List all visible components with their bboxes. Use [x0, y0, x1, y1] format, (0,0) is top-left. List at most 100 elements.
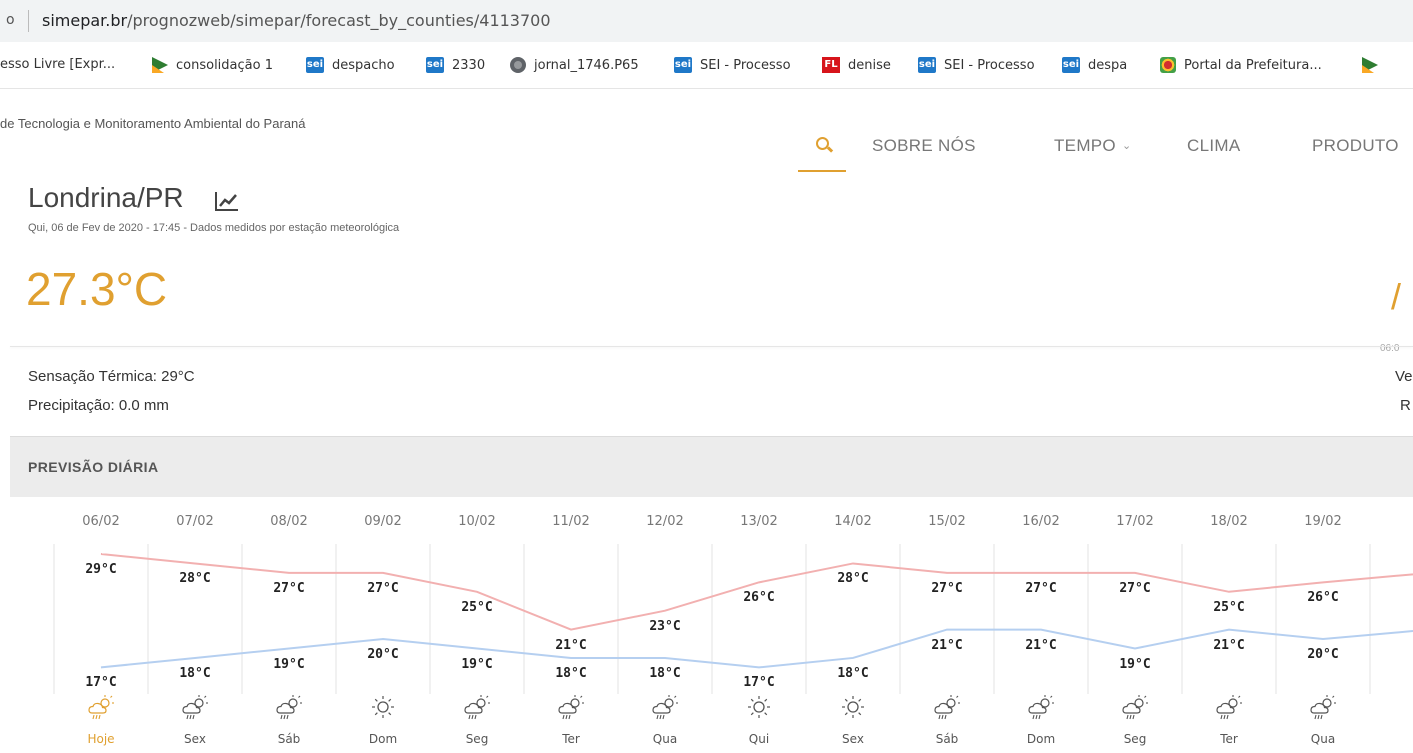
max-temperature-label: 28°C	[179, 571, 211, 587]
bookmark-label: jornal_1746.P65	[534, 57, 639, 73]
cloudy-rain-icon	[618, 694, 712, 728]
forecast-day-name: Ter	[562, 732, 580, 746]
bookmark-item[interactable]: sei despa	[1062, 57, 1127, 73]
forecast-date: 18/02	[1210, 514, 1248, 529]
min-temperature-label: 21°C	[931, 637, 963, 653]
url-separator	[28, 10, 29, 32]
forecast-date: 12/02	[646, 514, 684, 529]
min-temperature-label: 21°C	[1213, 637, 1245, 653]
precipitation: Precipitação: 0.0 mm	[28, 397, 169, 414]
forecast-date: 16/02	[1022, 514, 1060, 529]
globe-icon	[510, 57, 526, 73]
wind-indicator: /	[1391, 276, 1402, 317]
url-host: simepar.br	[42, 11, 128, 30]
min-temperature-label: 18°C	[649, 665, 681, 681]
min-temperature-label: 19°C	[1119, 656, 1151, 672]
max-temperature-label: 28°C	[837, 571, 869, 587]
browser-address-bar[interactable]: o simepar.br/prognozweb/simepar/forecast…	[0, 0, 1413, 42]
sun-time: 06:0	[1380, 343, 1400, 354]
daily-forecast: 06/02 29°C 17°C Hoje 07/02 28°C 18°C Sex 08/02 27…	[0, 498, 1413, 753]
forecast-day-name: Qua	[1310, 732, 1336, 746]
chevron-down-icon: ⌄	[1121, 140, 1132, 152]
nav-about[interactable]: SOBRE NÓS	[872, 136, 976, 156]
url-text[interactable]: simepar.br/prognozweb/simepar/forecast_b…	[42, 11, 551, 30]
cloudy-rain-icon	[242, 694, 336, 728]
min-temperature-label: 17°C	[85, 675, 117, 691]
sei-icon: sei	[918, 57, 936, 73]
max-temperature-label: 27°C	[1119, 580, 1151, 596]
bookmark-item[interactable]: sei despacho	[306, 57, 395, 73]
forecast-day-name: Qua	[652, 732, 678, 746]
min-temperature-label: 21°C	[1025, 637, 1057, 653]
cloudy-rain-icon	[430, 694, 524, 728]
sun-icon	[336, 694, 430, 728]
url-lead: o	[6, 12, 15, 28]
min-temperature-label: 18°C	[555, 665, 587, 681]
trend-chart-icon[interactable]	[214, 190, 240, 212]
observation-subtitle: Qui, 06 de Fev de 2020 - 17:45 - Dados m…	[28, 222, 400, 234]
forecast-day-name: Dom	[368, 732, 398, 746]
search-button[interactable]	[798, 128, 846, 172]
play-icon	[1362, 57, 1378, 73]
section-title: PREVISÃO DIÁRIA	[28, 459, 159, 475]
forecast-day-name: Seg	[465, 732, 489, 746]
city-title: Londrina/PR	[28, 182, 184, 213]
min-temperature-label: 18°C	[837, 665, 869, 681]
bookmark-item[interactable]: FL denise	[822, 57, 891, 73]
nav-weather-label: TEMPO	[1054, 136, 1116, 155]
nav-climate[interactable]: CLIMA	[1187, 136, 1240, 156]
forecast-date: 13/02	[740, 514, 778, 529]
min-temperature-label: 1	[1370, 657, 1413, 672]
cloudy-rain-icon	[1088, 694, 1182, 728]
bookmark-label: 2330	[452, 57, 486, 73]
forecast-date: 08/02	[270, 514, 308, 529]
forecast-day-name: Sáb	[935, 732, 959, 746]
sun-icon	[806, 694, 900, 728]
bookmark-item[interactable]: sei SEI - Processo	[918, 57, 1035, 73]
max-temperature-label: 27°C	[931, 580, 963, 596]
cloudy-rain-icon	[524, 694, 618, 728]
bookmark-item[interactable]: sei SEI - Processo	[674, 57, 791, 73]
divider	[10, 346, 1413, 347]
bookmark-label: despa	[1088, 57, 1128, 73]
cloudy-rain-icon	[1276, 694, 1370, 728]
forecast-date: 09/02	[364, 514, 402, 529]
max-temperature-label: 29°C	[85, 562, 117, 577]
min-temperature-label: 18°C	[179, 665, 211, 681]
bookmark-item[interactable]: esso Livre [Expr...	[0, 57, 115, 72]
sei-icon: sei	[306, 57, 324, 73]
max-temperature-label: 2	[1370, 581, 1413, 596]
max-temperature-label: 27°C	[273, 580, 305, 596]
forecast-day-name: Sex	[842, 732, 864, 746]
bookmark-item[interactable]: jornal_1746.P65	[510, 57, 639, 73]
bookmark-label: esso Livre [Expr...	[0, 57, 116, 72]
sei-icon: sei	[1062, 57, 1080, 73]
fl-icon: FL	[822, 57, 840, 73]
max-temperature-label: 26°C	[1307, 590, 1339, 606]
bookmark-item[interactable]: Portal da Prefeitura...	[1160, 57, 1322, 73]
forecast-day-name: Hoje	[87, 732, 115, 746]
nav-products[interactable]: PRODUTO	[1312, 136, 1399, 156]
organization-name: de Tecnologia e Monitoramento Ambiental …	[0, 116, 306, 131]
forecast-date: 15/02	[928, 514, 966, 529]
current-temperature: 27.3°C	[26, 263, 168, 315]
forecast-day-name: Seg	[1123, 732, 1147, 746]
bookmark-label: despacho	[332, 57, 395, 73]
max-temperature-label: 27°C	[367, 580, 399, 596]
cloudy-rain-icon	[148, 694, 242, 728]
url-path: /prognozweb/simepar/forecast_by_counties…	[127, 11, 551, 30]
min-temperature-label: 19°C	[273, 656, 305, 672]
humidity-label-partial: R	[1400, 397, 1411, 414]
forecast-date: 19/02	[1304, 514, 1342, 529]
cloudy-rain-icon	[994, 694, 1088, 728]
bookmark-item[interactable]: sei 2330	[426, 57, 485, 73]
bookmark-label: Portal da Prefeitura...	[1184, 57, 1322, 73]
max-temperature-label: 26°C	[743, 590, 775, 606]
bookmark-item[interactable]	[1362, 57, 1386, 73]
nav-weather[interactable]: TEMPO ⌄	[1054, 136, 1131, 156]
forecast-date: 17/02	[1116, 514, 1154, 529]
bookmarks-bar: esso Livre [Expr... consolidação 1 sei de…	[0, 42, 1413, 89]
bookmark-item[interactable]: consolidação 1	[152, 57, 273, 73]
partial-icon	[1370, 694, 1413, 728]
forecast-day-name: Sex	[184, 732, 206, 746]
